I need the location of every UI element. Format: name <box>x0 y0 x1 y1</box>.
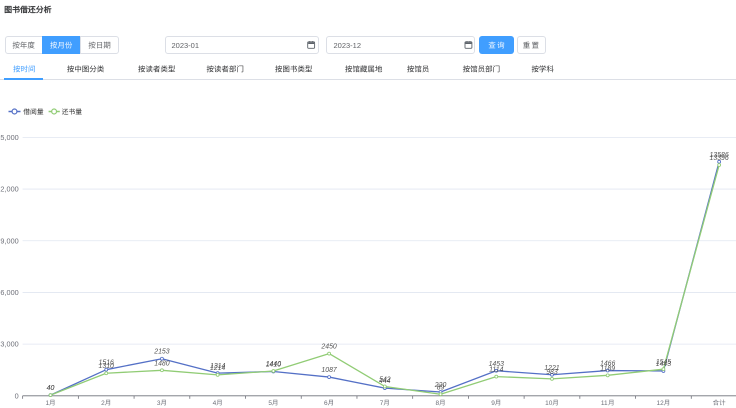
svg-text:9,000: 9,000 <box>0 236 18 245</box>
svg-text:3: 3 <box>157 400 161 407</box>
svg-text:1114: 1114 <box>489 367 503 374</box>
svg-text:1310: 1310 <box>99 363 114 370</box>
svg-text:4: 4 <box>213 400 217 407</box>
svg-text:5: 5 <box>268 400 272 407</box>
svg-text:9: 9 <box>491 400 495 407</box>
svg-text:2153: 2153 <box>153 349 169 356</box>
svg-text:40: 40 <box>47 385 55 392</box>
svg-text:983: 983 <box>546 369 558 376</box>
svg-text:542: 542 <box>379 376 391 383</box>
svg-text:1480: 1480 <box>154 360 169 367</box>
svg-text:2: 2 <box>101 400 105 407</box>
svg-text:89: 89 <box>437 384 445 391</box>
svg-text:10: 10 <box>545 400 553 407</box>
svg-text:8: 8 <box>435 400 439 407</box>
svg-text:0: 0 <box>15 391 19 400</box>
svg-text:12,000: 12,000 <box>0 185 19 194</box>
svg-text:3,000: 3,000 <box>0 340 18 349</box>
svg-text:1087: 1087 <box>321 367 337 374</box>
svg-text:6,000: 6,000 <box>0 288 18 297</box>
svg-text:1189: 1189 <box>600 365 615 372</box>
svg-text:1545: 1545 <box>656 359 671 366</box>
svg-text:1: 1 <box>45 400 49 407</box>
svg-text:1440: 1440 <box>266 361 281 368</box>
svg-text:1214: 1214 <box>210 365 225 372</box>
svg-text:12: 12 <box>657 400 665 407</box>
svg-text:13396: 13396 <box>710 155 729 162</box>
svg-text:15,000: 15,000 <box>0 133 19 142</box>
svg-text:2450: 2450 <box>320 344 336 351</box>
svg-text:7: 7 <box>380 400 384 407</box>
svg-text:6: 6 <box>324 400 328 407</box>
svg-text:11: 11 <box>601 400 608 407</box>
